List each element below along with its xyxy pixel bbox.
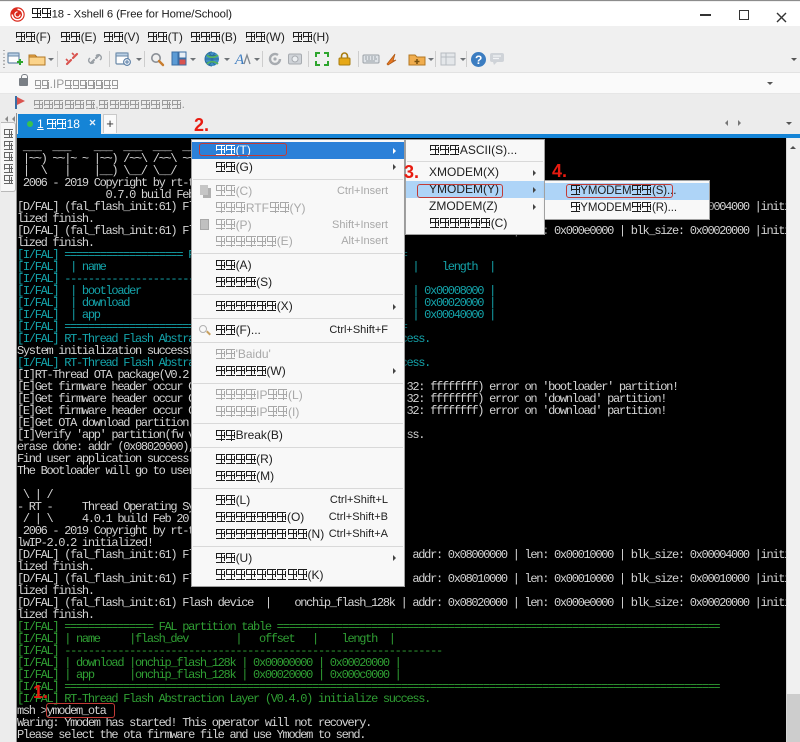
svg-text:A: A — [234, 52, 245, 67]
svg-text:?: ? — [475, 53, 482, 67]
